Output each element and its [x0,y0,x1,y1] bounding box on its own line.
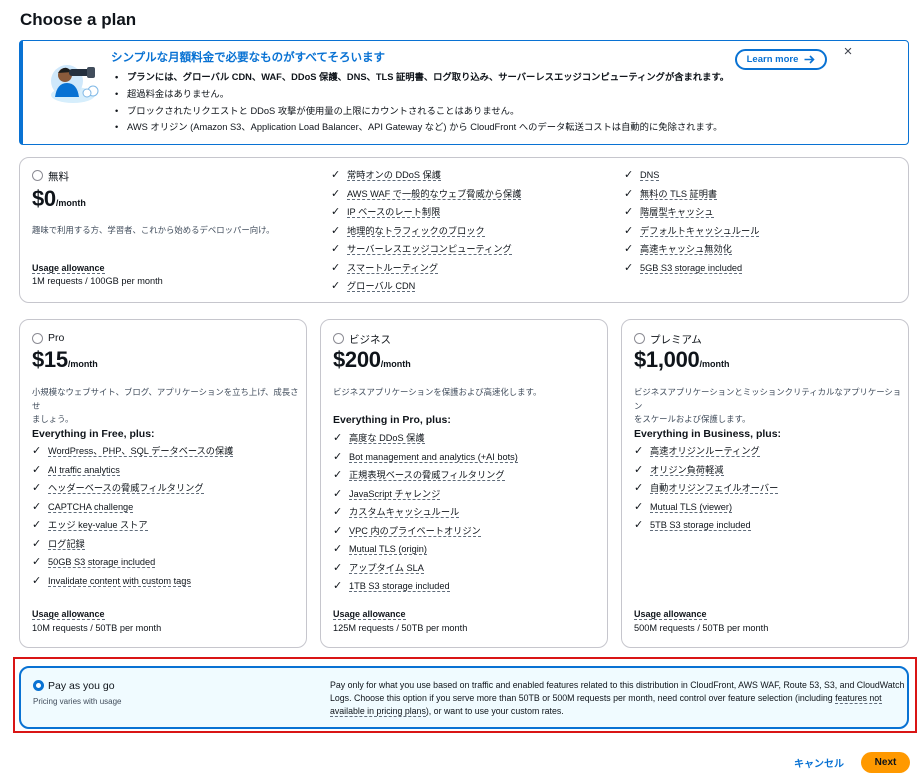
next-button[interactable]: Next [861,752,910,773]
feature-item: Invalidate content with custom tags [32,572,233,591]
feature-item: 1TB S3 storage included [333,577,518,596]
usage-allowance-value: 500M requests / 50TB per month [634,623,769,633]
banner-item: プランには、グローバル CDN、WAF、DDoS 保護、DNS、TLS 証明書、… [111,69,729,86]
plan-description: ビジネスアプリケーションとミッションクリティカルなアプリケーション をスケールおよ… [634,387,902,424]
plan-card-business[interactable]: ビジネス $200/month ビジネスアプリケーションを保護および高速化します… [320,319,608,648]
cancel-button[interactable]: キャンセル [794,755,844,770]
feature-item: DNS [624,166,759,185]
usage-allowance-label: Usage allowance [333,609,406,620]
feature-item: カスタムキャッシュルール [333,503,518,522]
feature-item: 階層型キャッシュ [624,203,759,222]
radio-business[interactable] [333,333,344,344]
feature-item: グローバル CDN [331,277,521,296]
feature-item: AWS WAF で一般的なウェブ脅威から保護 [331,185,522,204]
feature-list: 常時オンの DDoS 保護 AWS WAF で一般的なウェブ脅威から保護 IP … [331,166,522,296]
plan-description: Pay only for what you use based on traff… [330,680,905,717]
plan-description: ビジネスアプリケーションを保護および高速化します。 [333,387,542,397]
plan-subtitle: Pricing varies with usage [33,697,122,706]
feature-item: ヘッダーベースの脅威フィルタリング [32,479,233,498]
binoculars-person-icon [51,65,99,103]
plan-name: Pro [48,332,65,344]
feature-item: AI traffic analytics [32,461,233,480]
everything-heading: Everything in Business, plus: [634,428,782,440]
radio-pro[interactable] [32,333,43,344]
learn-more-label: Learn more [746,54,799,65]
arrow-right-icon [804,55,816,64]
close-icon[interactable]: × [841,44,855,59]
feature-item: ログ記録 [32,535,233,554]
usage-allowance-value: 125M requests / 50TB per month [333,623,468,633]
banner-item: AWS オリジン (Amazon S3、Application Load Bal… [111,119,729,136]
feature-item: サーバーレスエッジコンピューティング [331,240,521,259]
plan-name: 無料 [48,171,69,183]
plan-price: $0/month [32,186,86,211]
usage-allowance-value: 1M requests / 100GB per month [32,276,163,286]
feature-item: Bot management and analytics (+AI bots) [333,448,518,467]
feature-item: 50GB S3 storage included [32,553,233,572]
feature-item: デフォルトキャッシュルール [624,222,760,241]
banner-list: プランには、グローバル CDN、WAF、DDoS 保護、DNS、TLS 証明書、… [111,69,729,136]
everything-heading: Everything in Pro, plus: [333,414,451,426]
plan-price: $1,000/month [634,347,730,372]
feature-item: エッジ key-value ストア [32,516,233,535]
radio-free[interactable] [32,170,43,181]
banner-item: ブロックされたリクエストと DDoS 攻撃が使用量の上限にカウントされることはあ… [111,103,729,120]
feature-item: Mutual TLS (origin) [333,540,518,559]
radio-premium[interactable] [634,333,645,344]
plan-description: 小規模なウェブサイト、ブログ、アプリケーションを立ち上げ、成長させ ましょう。 [32,387,299,424]
feature-item: 高速オリジンルーティング [634,442,778,461]
learn-more-button[interactable]: Learn more [735,49,827,70]
plan-price: $200/month [333,347,411,372]
feature-item: 5TB S3 storage included [634,516,778,535]
feature-item: 地理的なトラフィックのブロック [331,222,521,241]
feature-item: スマートルーティング [331,259,521,278]
plan-name: ビジネス [349,334,391,346]
usage-allowance-label: Usage allowance [32,263,105,274]
plan-card-premium[interactable]: プレミアム $1,000/month ビジネスアプリケーションとミッションクリテ… [621,319,909,648]
feature-item: 高度な DDoS 保護 [333,429,518,448]
feature-list: 高度な DDoS 保護 Bot management and analytics… [333,429,518,596]
feature-item: CAPTCHA challenge [32,498,233,517]
feature-item: VPC 内のプライベートオリジン [333,522,518,541]
feature-item: 高速キャッシュ無効化 [624,240,759,259]
feature-item: 正規表現ベースの脅威フィルタリング [333,466,518,485]
banner-title: シンプルな月額料金で必要なものがすべてそろいます [111,52,386,64]
feature-item: オリジン負荷軽減 [634,461,778,480]
feature-item: 5GB S3 storage included [624,259,759,278]
plan-name: プレミアム [650,334,702,346]
plan-card-pay-as-you-go[interactable]: Pay as you go Pricing varies with usage … [19,666,909,729]
plan-card-free[interactable]: 無料 $0/month 趣味で利用する方、学習者、これから始めるデベロッパー向け… [19,157,909,303]
feature-item: JavaScript チャレンジ [333,485,518,504]
feature-item: IP ベースのレート制限 [331,203,521,222]
plan-description: 趣味で利用する方、学習者、これから始めるデベロッパー向け。 [32,225,275,235]
radio-pay-as-you-go[interactable] [33,680,44,691]
page-title: Choose a plan [20,10,137,29]
usage-allowance-label: Usage allowance [634,609,707,620]
plan-card-pro[interactable]: Pro $15/month 小規模なウェブサイト、ブログ、アプリケーションを立ち… [19,319,307,648]
feature-item: Mutual TLS (viewer) [634,498,778,517]
info-banner: シンプルな月額料金で必要なものがすべてそろいます プランには、グローバル CDN… [19,40,909,145]
feature-list: DNS 無料の TLS 証明書 階層型キャッシュ デフォルトキャッシュルール 高… [624,166,760,278]
usage-allowance-value: 10M requests / 50TB per month [32,623,162,633]
feature-item: 自動オリジンフェイルオーバー [634,479,779,498]
everything-heading: Everything in Free, plus: [32,428,155,440]
banner-item: 超過料金はありません。 [111,86,729,103]
feature-item: アップタイム SLA [333,559,518,578]
plan-price: $15/month [32,347,98,372]
feature-item: 常時オンの DDoS 保護 [331,166,521,185]
feature-item: WordPress、PHP、SQL データベースの保護 [32,442,234,461]
usage-allowance-label: Usage allowance [32,609,105,620]
feature-list: WordPress、PHP、SQL データベースの保護 AI traffic a… [32,442,234,591]
plan-name: Pay as you go [48,680,115,692]
feature-list: 高速オリジンルーティング オリジン負荷軽減 自動オリジンフェイルオーバー Mut… [634,442,779,535]
feature-item: 無料の TLS 証明書 [624,185,759,204]
